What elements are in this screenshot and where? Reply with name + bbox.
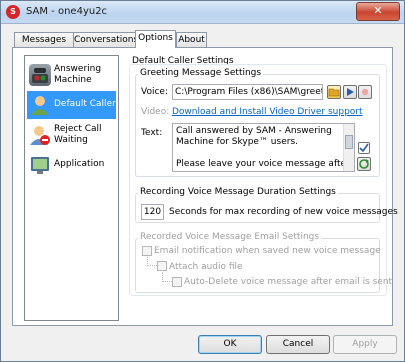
refresh-icon[interactable] (357, 157, 371, 171)
scroll-thumb[interactable] (345, 135, 353, 149)
sidebar-item-label: Reject Call Waiting (54, 124, 102, 145)
cancel-button[interactable]: Cancel (266, 335, 330, 354)
application-icon (29, 154, 51, 176)
voice-path-field[interactable]: C:\Program Files (x86)\SAM\greeting.wav (172, 84, 323, 100)
text-checkbox[interactable] (358, 142, 370, 154)
tab-label: About (178, 35, 205, 45)
text-scrollbar[interactable] (343, 124, 354, 171)
video-driver-link[interactable]: Download and Install Video Driver suppor… (172, 107, 363, 117)
auto-delete-checkbox[interactable] (172, 277, 182, 287)
sidebar-item-reject-call-waiting[interactable]: Reject Call Waiting (27, 121, 116, 149)
voice-label: Voice: (141, 87, 168, 97)
window-title: SAM - one4yu2c (26, 6, 108, 17)
user-icon (29, 94, 51, 116)
sidebar-item-answering-machine[interactable]: Answering Machine (27, 61, 116, 89)
greeting-text-area[interactable]: Call answered by SAM - Answering Machine… (172, 123, 355, 172)
apply-button[interactable]: Apply (333, 335, 397, 354)
title-bar[interactable]: S SAM - one4yu2c ✕ (1, 1, 404, 24)
email-group-title: Recorded Voice Message Email Settings (138, 232, 322, 242)
app-icon: S (6, 5, 20, 19)
folder-icon[interactable] (327, 85, 341, 99)
attach-audio-label: Attach audio file (169, 262, 243, 272)
email-notify-checkbox[interactable] (142, 246, 152, 256)
text-label: Text: (141, 128, 163, 138)
close-button[interactable]: ✕ (356, 2, 400, 21)
ok-button[interactable]: OK (198, 335, 262, 354)
duration-input[interactable]: 120 (141, 204, 164, 220)
greeting-text-line: Call answered by SAM - Answering (176, 126, 332, 136)
sidebar-item-label: Application (54, 159, 105, 169)
sidebar-item-default-caller[interactable]: Default Caller (27, 91, 116, 119)
answering-machine-icon (29, 64, 51, 86)
attach-audio-checkbox[interactable] (157, 261, 167, 271)
sidebar-item-application[interactable]: Application (27, 151, 116, 179)
tree-connector (162, 272, 172, 282)
reject-user-icon (29, 124, 51, 146)
auto-delete-label: Auto-Delete voice message after email is… (184, 277, 393, 287)
record-icon[interactable] (358, 85, 372, 99)
tab-options[interactable]: Options (135, 30, 176, 48)
tab-about[interactable]: About (176, 32, 207, 47)
tab-label: Conversations (74, 35, 139, 45)
video-label: Video: (141, 107, 170, 117)
sidebar-item-label: Answering Machine (54, 64, 102, 85)
tab-conversations[interactable]: Conversations (73, 32, 139, 47)
tree-connector (147, 257, 157, 266)
play-icon[interactable] (343, 85, 357, 99)
tab-label: Options (138, 33, 173, 43)
greeting-text-line: Machine for Skype™ users. (176, 137, 298, 147)
app-window: S SAM - one4yu2c ✕ Messages (1) Conversa… (0, 0, 405, 362)
email-notify-label: Email notification when saved new voice … (154, 246, 381, 256)
category-list: Answering Machine Default Caller Reject … (24, 55, 119, 321)
sidebar-item-label: Default Caller (54, 99, 116, 109)
duration-description: Seconds for max recording of new voice m… (169, 207, 398, 217)
greeting-group-title: Greeting Message Settings (138, 68, 264, 78)
tab-messages[interactable]: Messages (1) (14, 32, 74, 59)
greeting-text-line: Please leave your voice message after (176, 159, 350, 169)
duration-group-title: Recording Voice Message Duration Setting… (138, 187, 338, 197)
greeting-text-line (176, 148, 342, 159)
